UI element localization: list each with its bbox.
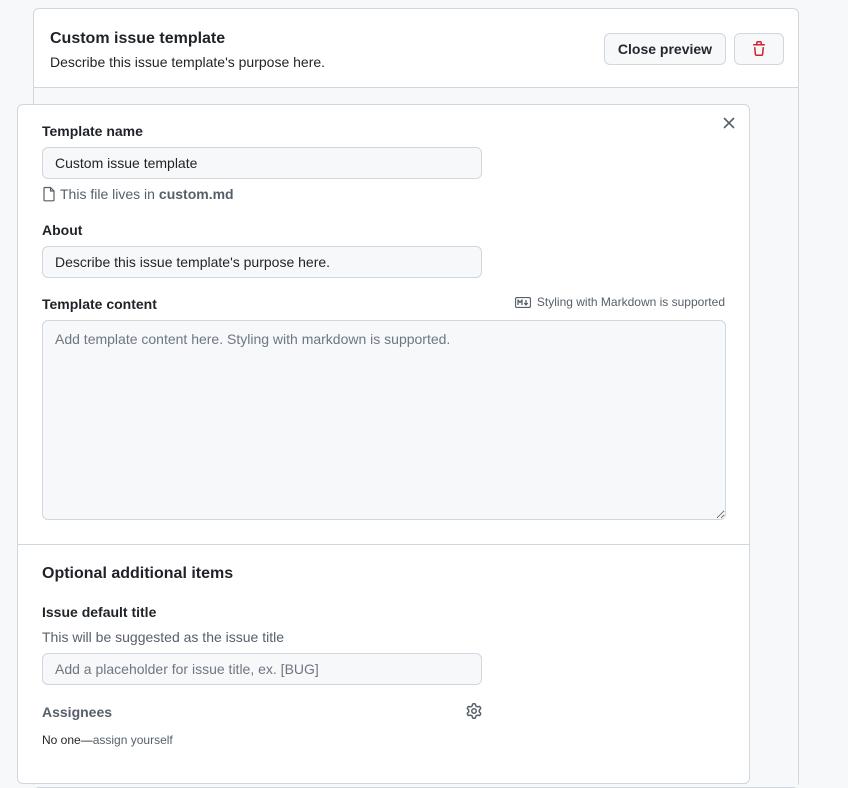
template-name-label: Template name (42, 123, 143, 139)
template-description: Describe this issue template's purpose h… (50, 54, 326, 70)
section-divider (18, 544, 749, 545)
template-content-label: Template content (42, 296, 157, 312)
about-label: About (42, 222, 83, 238)
markdown-support-note: Styling with Markdown is supported (514, 295, 725, 309)
delete-template-button[interactable] (734, 33, 784, 65)
assignees-value: No one—assign yourself (42, 733, 173, 747)
assignees-none-text: No one— (42, 733, 93, 747)
close-preview-button[interactable]: Close preview (604, 33, 726, 65)
file-location-hint: This file lives in custom.md (42, 186, 234, 202)
issue-default-title-label: Issue default title (42, 604, 157, 620)
about-input[interactable] (42, 246, 482, 278)
assign-yourself-link[interactable]: assign yourself (93, 733, 173, 747)
template-title: Custom issue template (50, 30, 226, 47)
issue-default-title-input[interactable] (42, 653, 482, 685)
close-icon[interactable] (721, 115, 737, 131)
file-name: custom.md (158, 186, 234, 202)
template-form-card: Template name This file lives in custom.… (17, 104, 750, 784)
markdown-note-text: Styling with Markdown is supported (536, 295, 725, 309)
file-icon (43, 186, 55, 202)
template-content-textarea[interactable] (42, 320, 726, 520)
template-name-input[interactable] (42, 147, 482, 179)
issue-default-title-hint: This will be suggested as the issue titl… (42, 629, 285, 645)
file-hint-prefix: This file lives in (60, 186, 155, 202)
optional-items-title: Optional additional items (42, 565, 234, 582)
template-header: Custom issue template Describe this issu… (34, 9, 798, 88)
gear-icon[interactable] (466, 703, 482, 719)
trash-icon (753, 41, 765, 56)
assignees-label: Assignees (42, 704, 113, 720)
markdown-icon (514, 296, 531, 308)
